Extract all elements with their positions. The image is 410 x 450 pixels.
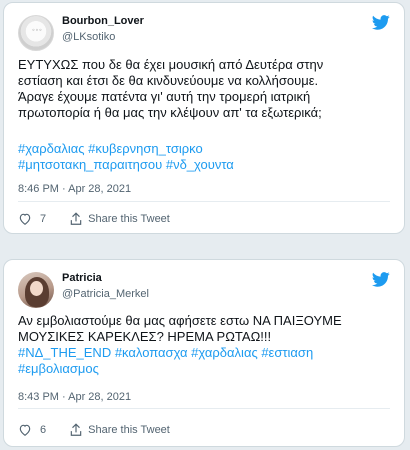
avatar-face xyxy=(30,281,43,296)
heart-icon xyxy=(19,424,31,436)
hashtag-line[interactable]: #εμβολιασμος xyxy=(18,361,398,377)
twitter-bird-icon[interactable] xyxy=(372,15,390,30)
like-count: 7 xyxy=(40,213,47,225)
hashtag-line[interactable]: #χαρδαλιας #κυβερνηση_τσιρκο xyxy=(18,141,398,157)
heart-icon xyxy=(19,213,31,225)
author-handle[interactable]: @LKsotiko xyxy=(62,31,115,43)
like-count: 6 xyxy=(40,424,47,436)
author-name[interactable]: Bourbon_Lover xyxy=(62,15,144,27)
tweet-text-line: ΜΟΥΣΙΚΕΣ ΚΑΡΕΚΛΕΣ? ΗΡΕΜΑ ΡΩΤΑΩ!!! xyxy=(18,329,272,344)
tweet-text: ΕΥΤΥΧΩΣ που δε θα έχει μουσική από Δευτέ… xyxy=(18,57,398,121)
hashtags[interactable]: #χαρδαλιας #κυβερνηση_τσιρκο #μητσοτακη_… xyxy=(18,141,398,173)
tweet-actions: 7 Share this Tweet xyxy=(18,209,194,229)
author-name[interactable]: Patricia xyxy=(62,272,102,284)
divider xyxy=(18,201,390,202)
bourbon-logo-icon: ◦◦◦ xyxy=(31,27,43,34)
avatar[interactable] xyxy=(18,272,54,308)
share-label: Share this Tweet xyxy=(88,424,170,436)
avatar[interactable]: ◦◦◦ xyxy=(18,15,54,51)
hashtag-line[interactable]: #μητσοτακη_παραιτησου #νδ_χουντα xyxy=(18,157,398,173)
tweet-card[interactable]: Patricia @Patricia_Merkel Αν εμβολιαστού… xyxy=(3,259,405,447)
tweet-text-line: πρωτοπορία ή θα μας την κλέψουν απ' τα ε… xyxy=(18,105,322,120)
tweet-text: Αν εμβολιαστούμε θα μας αφήσετε εστω ΝΑ … xyxy=(18,313,398,345)
divider xyxy=(18,408,390,409)
tweet-text-line: εστίαση και έτσι δε θα κινδυνεύουμε να κ… xyxy=(18,73,319,88)
tweet-card[interactable]: ◦◦◦ Bourbon_Lover @LKsotiko ΕΥΤΥΧΩΣ που … xyxy=(3,2,405,234)
tweet-text-line: Άραγε έχουμε πατέντα γι' αυτή την τρομερ… xyxy=(18,89,311,104)
timestamp[interactable]: 8:43 PM · Apr 28, 2021 xyxy=(18,391,131,403)
twitter-bird-icon[interactable] xyxy=(372,272,390,287)
tweet-text-line: ΕΥΤΥΧΩΣ που δε θα έχει μουσική από Δευτέ… xyxy=(18,57,324,72)
timestamp[interactable]: 8:46 PM · Apr 28, 2021 xyxy=(18,183,131,195)
share-tweet-button[interactable]: Share this Tweet xyxy=(70,423,170,437)
share-tweet-button[interactable]: Share this Tweet xyxy=(70,212,170,226)
author-handle[interactable]: @Patricia_Merkel xyxy=(62,288,149,300)
like-button[interactable]: 6 xyxy=(18,423,46,437)
hashtags[interactable]: #ΝΔ_THE_END #καλοπασχα #χαρδαλιας #εστια… xyxy=(18,345,398,377)
share-icon xyxy=(70,423,82,436)
share-label: Share this Tweet xyxy=(88,213,170,225)
hashtag-line[interactable]: #ΝΔ_THE_END #καλοπασχα #χαρδαλιας #εστια… xyxy=(18,345,398,361)
tweet-actions: 6 Share this Tweet xyxy=(18,420,194,440)
share-icon xyxy=(70,212,82,225)
like-button[interactable]: 7 xyxy=(18,212,46,226)
tweet-text-line: Αν εμβολιαστούμε θα μας αφήσετε εστω ΝΑ … xyxy=(18,313,342,328)
